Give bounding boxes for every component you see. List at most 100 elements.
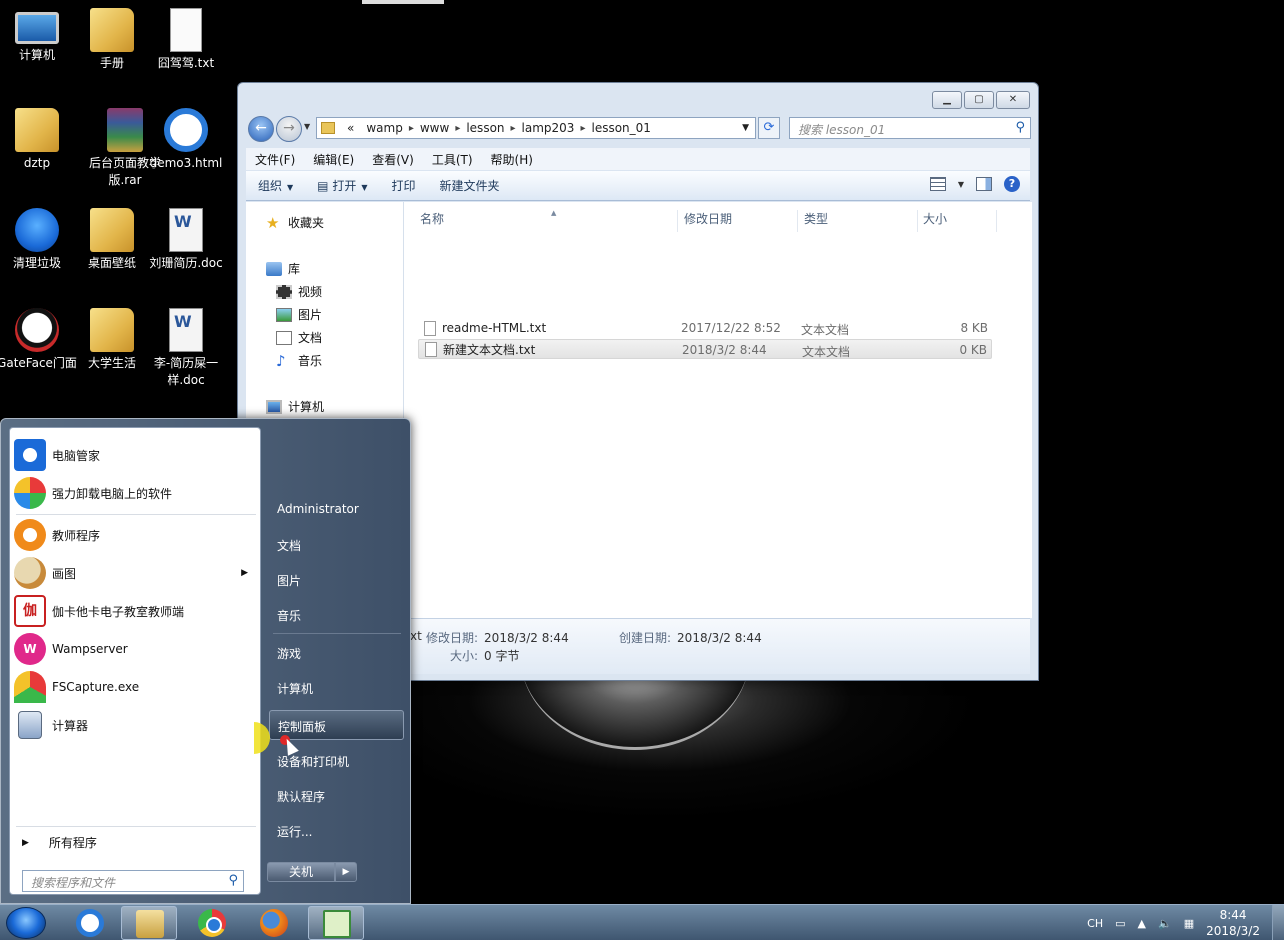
back-button[interactable]: ← bbox=[248, 116, 274, 142]
start-item-teacher-program[interactable]: 教师程序 bbox=[14, 518, 258, 552]
column-type[interactable]: 类型 bbox=[798, 210, 918, 232]
broom-icon bbox=[15, 208, 59, 252]
language-indicator[interactable]: CH bbox=[1087, 917, 1103, 930]
library-icon bbox=[266, 261, 282, 276]
close-button[interactable]: ✕ bbox=[996, 91, 1030, 109]
help-icon[interactable]: ? bbox=[1004, 176, 1020, 192]
menu-edit[interactable]: 编辑(E) bbox=[304, 151, 363, 168]
column-size[interactable]: 大小 bbox=[917, 210, 997, 232]
taskbar-app-firefox[interactable] bbox=[246, 906, 302, 940]
desktop-icon-cleaner[interactable]: 清理垃圾 bbox=[0, 202, 77, 272]
start-item-paint[interactable]: 画图 ▶ bbox=[14, 556, 258, 590]
start-item-jiakatak[interactable]: 伽 伽卡他卡电子教室教师端 bbox=[14, 594, 258, 628]
breadcrumb-lesson-01[interactable]: lesson_01 bbox=[585, 121, 656, 135]
file-row[interactable]: readme-HTML.txt 2017/12/22 8:52 文本文档 8 K… bbox=[418, 318, 992, 338]
tray-expand-icon[interactable]: ▲ bbox=[1138, 917, 1146, 930]
start-button[interactable] bbox=[6, 907, 46, 939]
start-item-fscapture[interactable]: FSCapture.exe bbox=[14, 670, 258, 704]
search-icon: ⚲ bbox=[1015, 120, 1025, 135]
breadcrumb-wamp[interactable]: wamp bbox=[360, 121, 408, 135]
keyboard-icon[interactable]: ▭ bbox=[1115, 917, 1125, 930]
minimize-button[interactable]: ▁ bbox=[932, 91, 962, 109]
calculator-icon bbox=[18, 711, 42, 739]
menu-file[interactable]: 文件(F) bbox=[246, 151, 304, 168]
taskbar-app-windows-explorer[interactable] bbox=[121, 906, 177, 940]
volume-icon[interactable]: 🔈 bbox=[1158, 917, 1172, 930]
nav-computer[interactable]: 计算机 bbox=[266, 398, 324, 415]
desktop-icon-college[interactable]: 大学生活 bbox=[72, 302, 152, 372]
desktop-icon-gateface[interactable]: GateFace门面 bbox=[0, 302, 77, 372]
network-icon[interactable]: ▦ bbox=[1184, 917, 1194, 930]
chevron-down-icon[interactable]: ▼ bbox=[958, 180, 964, 189]
taskbar-app-internet-explorer[interactable] bbox=[62, 906, 118, 940]
desktop-icon-resume-li[interactable]: 李-简历屎一样.doc bbox=[146, 302, 226, 389]
nav-music[interactable]: ♪ 音乐 bbox=[276, 352, 322, 369]
nav-documents[interactable]: 文档 bbox=[276, 329, 322, 346]
breadcrumb-lesson[interactable]: lesson bbox=[460, 121, 510, 135]
start-right-default-programs[interactable]: 默认程序 bbox=[277, 788, 325, 805]
new-folder-button[interactable]: 新建文件夹 bbox=[428, 177, 512, 194]
forward-button[interactable]: → bbox=[276, 116, 302, 142]
nav-computer-label: 计算机 bbox=[288, 400, 325, 414]
shutdown-button[interactable]: 关机 bbox=[267, 862, 335, 882]
start-divider bbox=[16, 514, 256, 515]
desktop-icon-manual[interactable]: 手册 bbox=[72, 2, 152, 72]
print-button[interactable]: 打印 bbox=[380, 177, 428, 194]
text-file-icon bbox=[424, 320, 436, 336]
open-icon: ▤ bbox=[317, 179, 333, 193]
start-right-games[interactable]: 游戏 bbox=[277, 645, 301, 662]
start-right-computer[interactable]: 计算机 bbox=[277, 680, 313, 697]
desktop-icon-label: demo3.html bbox=[149, 156, 223, 170]
breadcrumb-www[interactable]: www bbox=[414, 121, 455, 135]
start-right-pictures[interactable]: 图片 bbox=[277, 572, 301, 589]
chevron-down-icon[interactable]: ▼ bbox=[742, 123, 749, 133]
preview-pane-icon[interactable] bbox=[976, 177, 992, 191]
desktop-icon-dztp[interactable]: dztp bbox=[0, 102, 77, 172]
shutdown-options-button[interactable]: ▶ bbox=[335, 862, 357, 882]
start-item-label: 计算器 bbox=[52, 718, 89, 733]
nav-pictures[interactable]: 图片 bbox=[276, 306, 322, 323]
start-right-user[interactable]: Administrator bbox=[277, 502, 359, 516]
start-item-calculator[interactable]: 计算器 bbox=[14, 708, 258, 742]
clock-date: 2018/3/2 bbox=[1206, 924, 1260, 938]
menu-help[interactable]: 帮助(H) bbox=[482, 151, 542, 168]
start-right-documents[interactable]: 文档 bbox=[277, 537, 301, 554]
windows-explorer-icon bbox=[136, 910, 164, 938]
open-button[interactable]: ▤ 打开 ▼ bbox=[305, 177, 379, 194]
maximize-button[interactable]: ▢ bbox=[964, 91, 994, 109]
view-options-icon[interactable] bbox=[929, 177, 946, 191]
start-right-run[interactable]: 运行... bbox=[277, 823, 312, 840]
recent-pages-dropdown[interactable]: ▼ bbox=[304, 122, 310, 131]
start-item-pc-manager[interactable]: 电脑管家 bbox=[14, 438, 258, 472]
search-input[interactable]: 搜索 lesson_01 ⚲ bbox=[789, 117, 1031, 139]
start-right-control-panel[interactable]: 控制面板 bbox=[269, 710, 404, 740]
start-item-wampserver[interactable]: W Wampserver bbox=[14, 632, 258, 666]
desktop-icon-resume-liu[interactable]: 刘珊简历.doc bbox=[146, 202, 226, 272]
submenu-arrow-icon[interactable]: ▶ bbox=[241, 568, 248, 578]
taskbar-app-chrome[interactable] bbox=[184, 906, 240, 940]
file-row-selected[interactable]: 新建文本文档.txt 2018/3/2 8:44 文本文档 0 KB bbox=[418, 339, 992, 359]
nav-videos[interactable]: 视频 bbox=[276, 283, 322, 300]
taskbar-app-notepad-plus-plus[interactable] bbox=[308, 906, 364, 940]
refresh-button[interactable]: ⟳ bbox=[758, 117, 780, 139]
all-programs-button[interactable]: ▶ 所有程序 bbox=[22, 834, 97, 851]
desktop-icon-computer[interactable]: 计算机 bbox=[0, 2, 77, 64]
column-name[interactable]: ▲ 名称 bbox=[414, 209, 678, 232]
nav-favorites[interactable]: ★ 收藏夹 bbox=[266, 214, 324, 231]
nav-libraries[interactable]: 库 bbox=[266, 260, 300, 277]
desktop-icon-wallpaper[interactable]: 桌面壁纸 bbox=[72, 202, 152, 272]
menu-view[interactable]: 查看(V) bbox=[363, 151, 423, 168]
start-search-input[interactable]: 搜索程序和文件 ⚲ bbox=[22, 870, 244, 892]
show-desktop-button[interactable] bbox=[1272, 905, 1284, 940]
desktop-icon-demo3[interactable]: demo3.html bbox=[146, 102, 226, 172]
breadcrumb-lamp203[interactable]: lamp203 bbox=[516, 121, 581, 135]
menu-tools[interactable]: 工具(T) bbox=[423, 151, 482, 168]
column-modified[interactable]: 修改日期 bbox=[678, 210, 798, 232]
start-item-uninstaller[interactable]: 强力卸载电脑上的软件 bbox=[14, 476, 258, 510]
address-bar[interactable]: « wamp ▸ www ▸ lesson ▸ lamp203 ▸ lesson… bbox=[316, 117, 756, 139]
desktop-icon-txt[interactable]: 囧驾驾.txt bbox=[146, 2, 226, 72]
breadcrumb-overflow[interactable]: « bbox=[341, 121, 360, 135]
organize-button[interactable]: 组织 ▼ bbox=[246, 177, 305, 194]
clock[interactable]: 8:44 2018/3/2 bbox=[1206, 907, 1260, 939]
start-right-music[interactable]: 音乐 bbox=[277, 607, 301, 624]
